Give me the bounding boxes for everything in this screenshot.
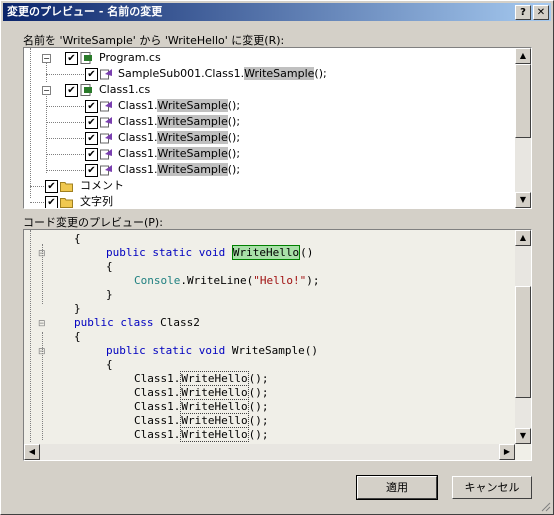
code-line: Class1.WriteHello(); (134, 413, 269, 428)
title-bar: 変更のプレビュー - 名前の変更 ? ✕ (3, 3, 551, 21)
tree-item-method-ref[interactable]: ✔ Class1.WriteSample(); (24, 114, 514, 130)
checkbox[interactable]: ✔ (85, 132, 98, 145)
code-vertical-scrollbar[interactable]: ▲ ▼ (515, 230, 531, 444)
tree-item-highlight: WriteSample (157, 131, 228, 144)
code-line: { (74, 232, 81, 245)
scroll-thumb[interactable] (515, 286, 531, 398)
renamed-symbol-highlight: WriteHello (231, 245, 301, 260)
tree-item-suffix: (); (227, 131, 241, 144)
tree-item-highlight: WriteSample (157, 115, 228, 128)
checkbox[interactable]: ✔ (85, 164, 98, 177)
code-line: Console.WriteLine("Hello!"); (134, 274, 320, 287)
renamed-symbol: WriteHello (180, 427, 249, 442)
tree-item-prefix: Class1. (118, 99, 158, 112)
code-line: public static void WriteSample() (106, 344, 318, 357)
tree-item-highlight: WriteSample (244, 67, 315, 80)
checkbox[interactable]: ✔ (85, 116, 98, 129)
code-preview-label: コード変更のプレビュー(P): (23, 216, 163, 229)
renamed-symbol: WriteHello (180, 385, 249, 400)
code-horizontal-scrollbar[interactable]: ◀ ▶ (24, 444, 515, 460)
tree-item-strings[interactable]: ✔ 文字列 (24, 194, 514, 208)
tree-item-suffix: (); (227, 147, 241, 160)
scroll-thumb[interactable] (515, 64, 531, 138)
tree-item-prefix: Class1. (118, 131, 158, 144)
code-preview[interactable]: ⊟ ⊟ ⊟ { public static void WriteHello() … (23, 229, 532, 461)
tree-item-label: 文字列 (80, 195, 113, 208)
checkbox[interactable]: ✔ (45, 180, 58, 193)
scroll-up-arrow-icon[interactable]: ▲ (515, 48, 531, 64)
tree-item-highlight: WriteSample (157, 99, 228, 112)
method-icon (100, 117, 112, 128)
method-icon (100, 69, 112, 80)
tree-item-method-ref[interactable]: ✔ SampleSub001.Class1.WriteSample(); (24, 66, 514, 82)
renamed-symbol: WriteHello (180, 371, 249, 386)
code-line: { (106, 358, 113, 371)
tree-item-suffix: (); (314, 67, 327, 80)
method-icon (100, 101, 112, 112)
cancel-button[interactable]: キャンセル (452, 476, 532, 499)
renamed-symbol: WriteHello (180, 399, 249, 414)
window-title: 変更のプレビュー - 名前の変更 (7, 5, 163, 18)
tree-item-label: コメント (80, 179, 124, 192)
code-line: } (74, 302, 81, 315)
tree-item-suffix: (); (227, 163, 241, 176)
resize-grip-icon[interactable] (539, 500, 551, 512)
rename-preview-dialog: 変更のプレビュー - 名前の変更 ? ✕ 名前を 'WriteSample' か… (0, 0, 554, 515)
checkbox[interactable]: ✔ (85, 100, 98, 113)
folder-icon (60, 198, 73, 208)
checkbox[interactable]: ✔ (65, 84, 78, 97)
close-button[interactable]: ✕ (533, 5, 549, 20)
rename-label: 名前を 'WriteSample' から 'WriteHello' に変更(R)… (23, 34, 285, 47)
tree-item-comments[interactable]: ✔ コメント (24, 178, 514, 194)
collapse-toggle[interactable]: − (42, 54, 51, 63)
tree-item-label: Program.cs (99, 51, 161, 64)
tree-item-method-ref[interactable]: ✔ Class1.WriteSample(); (24, 162, 514, 178)
tree-item-prefix: Class1. (118, 163, 158, 176)
tree-item-suffix: (); (227, 99, 241, 112)
apply-button[interactable]: 適用 (356, 475, 438, 500)
scroll-down-arrow-icon[interactable]: ▼ (515, 192, 531, 208)
checkbox[interactable]: ✔ (45, 196, 58, 208)
folder-icon (60, 182, 73, 192)
change-tree[interactable]: − ✔ Program.cs ✔ SampleSub001.Class1.Wri… (23, 47, 532, 209)
tree-item-method-ref[interactable]: ✔ Class1.WriteSample(); (24, 146, 514, 162)
cs-file-icon (80, 84, 92, 96)
code-line: Class1.WriteHello(); (134, 385, 269, 400)
tree-item-suffix: (); (227, 115, 241, 128)
method-icon (100, 133, 112, 144)
code-line: Class1.WriteHello(); (134, 427, 269, 442)
scroll-left-arrow-icon[interactable]: ◀ (24, 444, 40, 460)
method-icon (100, 165, 112, 176)
code-line: { (74, 330, 81, 343)
tree-item-program-cs[interactable]: − ✔ Program.cs (24, 50, 514, 66)
tree-item-highlight: WriteSample (157, 163, 228, 176)
code-line: { (106, 260, 113, 273)
cs-file-icon (80, 52, 92, 64)
scroll-right-arrow-icon[interactable]: ▶ (499, 444, 515, 460)
tree-item-prefix: Class1. (118, 147, 158, 160)
tree-item-method-ref[interactable]: ✔ Class1.WriteSample(); (24, 130, 514, 146)
code-line: public static void WriteHello() (106, 245, 314, 260)
tree-item-highlight: WriteSample (157, 147, 228, 160)
collapse-toggle[interactable]: − (42, 86, 51, 95)
tree-item-label: Class1.cs (99, 83, 151, 96)
tree-scrollbar[interactable]: ▲ ▼ (515, 48, 531, 208)
tree-item-prefix: Class1. (118, 115, 158, 128)
scroll-up-arrow-icon[interactable]: ▲ (515, 230, 531, 246)
tree-item-class1-cs[interactable]: − ✔ Class1.cs (24, 82, 514, 98)
tree-item-prefix: SampleSub001.Class1. (118, 67, 245, 80)
checkbox[interactable]: ✔ (65, 52, 78, 65)
code-line: } (106, 288, 113, 301)
renamed-symbol: WriteHello (180, 413, 249, 428)
method-icon (100, 149, 112, 160)
code-line: public class Class2 (74, 316, 200, 329)
scroll-down-arrow-icon[interactable]: ▼ (515, 428, 531, 444)
help-button[interactable]: ? (515, 5, 531, 20)
tree-item-method-ref[interactable]: ✔ Class1.WriteSample(); (24, 98, 514, 114)
checkbox[interactable]: ✔ (85, 68, 98, 81)
checkbox[interactable]: ✔ (85, 148, 98, 161)
code-line: Class1.WriteHello(); (134, 399, 269, 414)
code-line: Class1.WriteHello(); (134, 371, 269, 386)
